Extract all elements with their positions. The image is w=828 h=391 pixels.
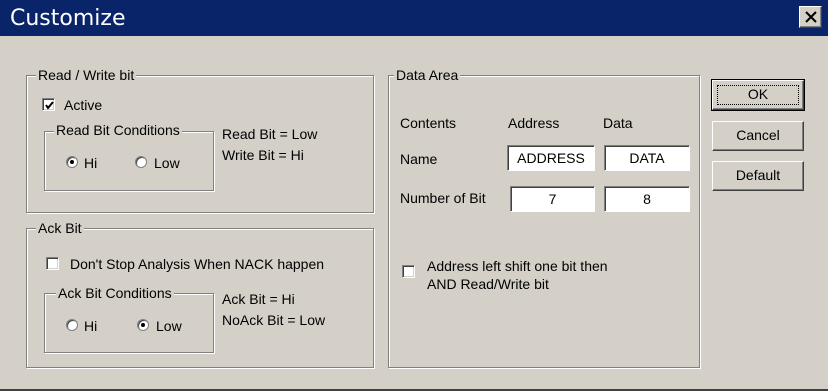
address-shift-checkbox[interactable]	[402, 265, 415, 278]
close-icon	[805, 11, 817, 23]
ack-low-radio[interactable]	[137, 319, 149, 331]
read-bit-conditions-legend: Read Bit Conditions	[54, 122, 182, 138]
read-write-legend: Read / Write bit	[36, 67, 137, 83]
address-shift-label-line2: AND Read/Write bit	[427, 276, 549, 292]
data-area-legend: Data Area	[394, 67, 461, 83]
contents-header: Contents	[400, 115, 457, 131]
ack-hi-radio[interactable]	[66, 319, 78, 331]
read-low-label: Low	[154, 155, 180, 171]
noack-bit-info: NoAck Bit = Low	[222, 312, 326, 328]
address-bits-field[interactable]: 7	[510, 186, 595, 212]
data-header: Data	[603, 115, 633, 131]
address-shift-label-line1: Address left shift one bit then	[427, 258, 608, 274]
read-hi-label: Hi	[84, 155, 98, 171]
focus-indicator	[717, 85, 799, 105]
read-low-radio[interactable]	[135, 156, 147, 168]
ok-button[interactable]: OK	[711, 79, 805, 111]
dont-stop-label: Don't Stop Analysis When NACK happen	[70, 256, 325, 272]
number-of-bit-row-label: Number of Bit	[400, 190, 486, 206]
ack-bit-info: Ack Bit = Hi	[222, 291, 295, 307]
active-label: Active	[64, 97, 103, 113]
default-button[interactable]: Default	[712, 161, 804, 191]
default-button-label: Default	[735, 167, 781, 183]
ack-bit-legend: Ack Bit	[36, 220, 84, 236]
data-bits-field[interactable]: 8	[604, 186, 690, 212]
write-bit-info: Write Bit = Hi	[222, 147, 304, 163]
address-name-field[interactable]: ADDRESS	[507, 145, 595, 171]
ack-bit-conditions-legend: Ack Bit Conditions	[56, 285, 174, 301]
window-title: Customize	[10, 6, 126, 31]
cancel-button-label: Cancel	[736, 127, 780, 143]
cancel-button[interactable]: Cancel	[712, 121, 804, 151]
address-header: Address	[508, 115, 560, 131]
ack-hi-label: Hi	[84, 318, 98, 334]
read-hi-radio[interactable]	[66, 156, 78, 168]
ack-low-label: Low	[156, 318, 182, 334]
close-button[interactable]	[799, 6, 822, 28]
dont-stop-checkbox[interactable]	[46, 257, 59, 270]
checkmark-icon	[45, 101, 54, 110]
active-checkbox[interactable]	[42, 98, 55, 111]
read-bit-info: Read Bit = Low	[222, 126, 318, 142]
data-name-field[interactable]: DATA	[604, 145, 690, 171]
name-row-label: Name	[400, 151, 438, 167]
